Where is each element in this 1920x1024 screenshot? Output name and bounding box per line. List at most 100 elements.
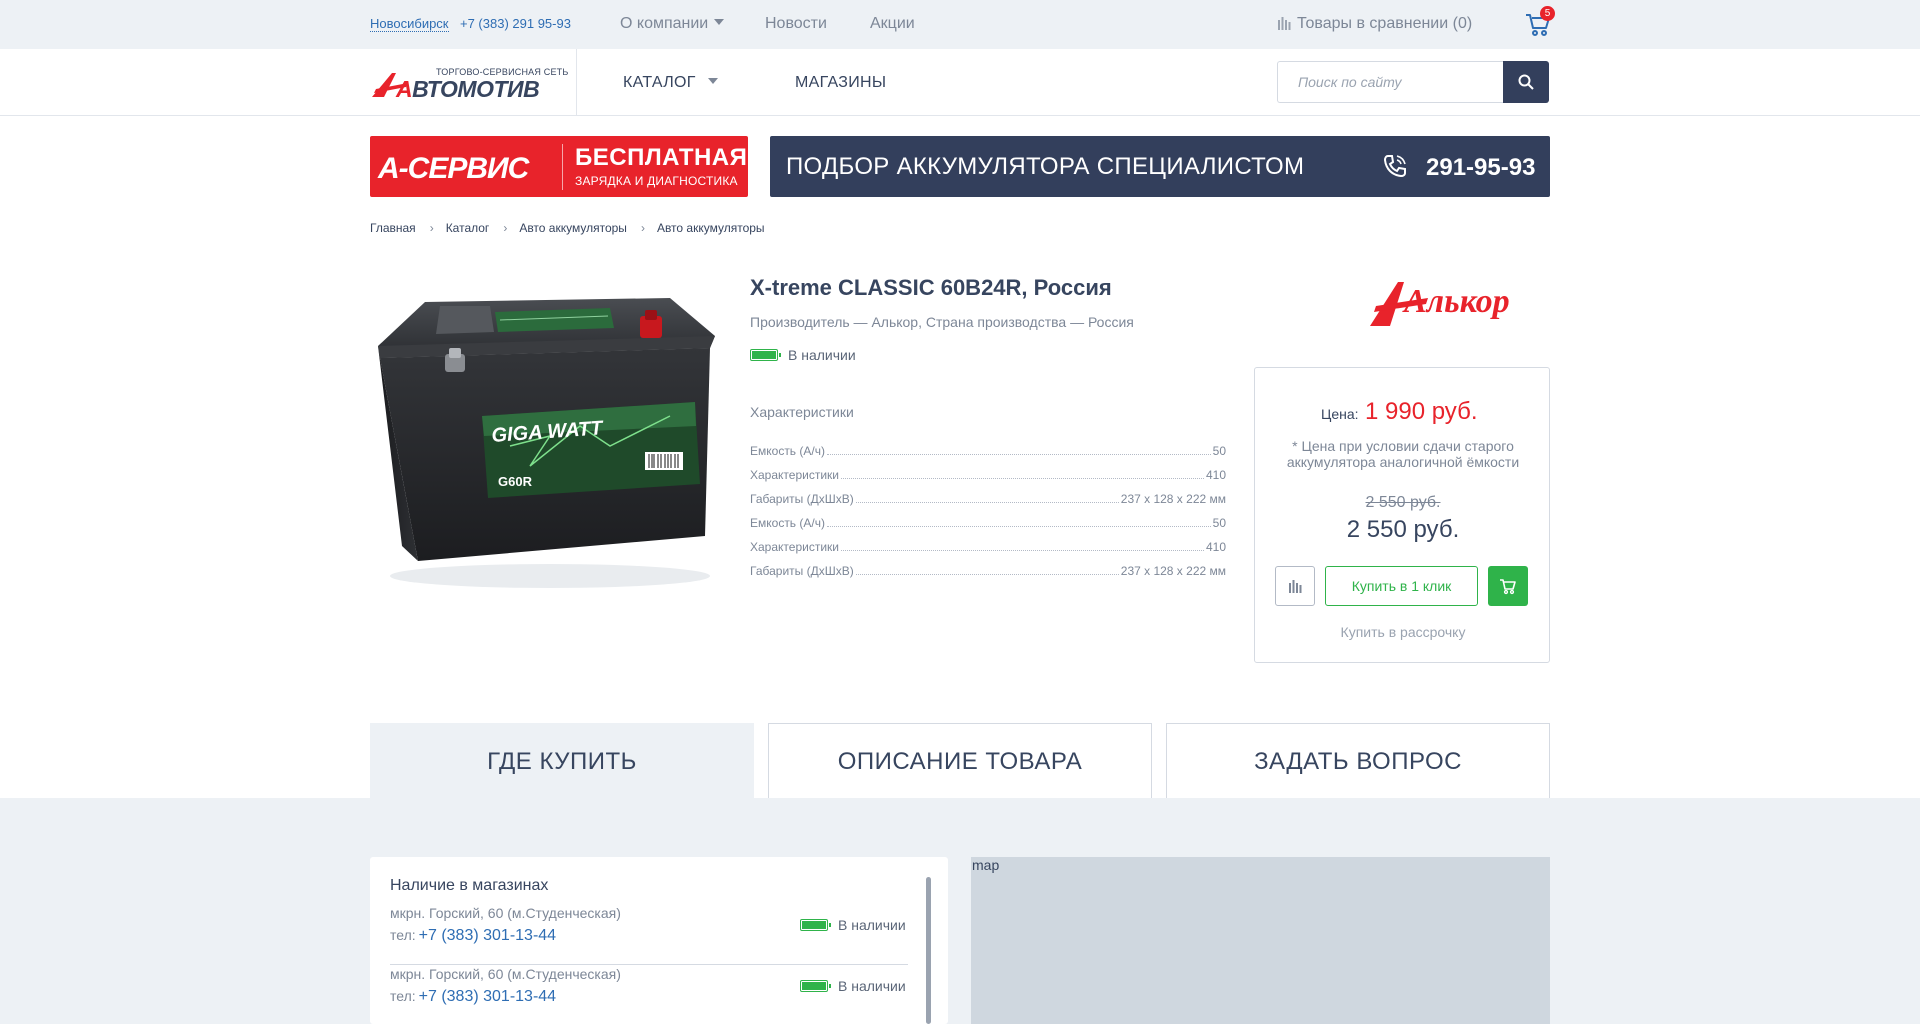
- map-label: map: [972, 857, 1000, 873]
- breadcrumb: Главная › Каталог › Авто аккумуляторы › Авто а…: [370, 221, 765, 235]
- image-label-model: G60R: [498, 474, 533, 489]
- breadcrumb-category[interactable]: Авто аккумуляторы: [519, 221, 627, 235]
- specs-title: Характеристики: [750, 404, 854, 420]
- header-phone-link[interactable]: +7 (383) 291 95-93: [460, 16, 571, 31]
- spec-leader: [855, 502, 1119, 503]
- search-input[interactable]: [1277, 61, 1503, 103]
- spec-row: Габариты (ДхШхВ) 237 x 128 x 222 мм: [750, 554, 1226, 578]
- store-phone-prefix: тел:: [390, 927, 416, 943]
- spec-row: Емкость (А/ч) 50: [750, 434, 1226, 458]
- stores-title: Наличие в магазинах: [390, 877, 549, 894]
- menu-catalog-label: КАТАЛОГ: [623, 74, 696, 91]
- tab-where-to-buy[interactable]: ГДЕ КУПИТЬ: [370, 723, 754, 799]
- compare-label: Товары в сравнении (0): [1297, 15, 1473, 32]
- spec-value: 50: [1212, 444, 1226, 458]
- add-to-cart-button[interactable]: [1488, 566, 1528, 606]
- price-main: 1 990 руб.: [1365, 398, 1478, 425]
- compare-icon: [1289, 580, 1302, 593]
- spec-value: 237 x 128 x 222 мм: [1120, 492, 1226, 506]
- spec-key: Емкость (А/ч): [750, 516, 825, 530]
- product-image[interactable]: GIGA WATT G60R: [370, 276, 720, 596]
- spec-row: Емкость (А/ч) 50: [750, 506, 1226, 530]
- breadcrumb-catalog[interactable]: Каталог: [446, 221, 490, 235]
- search-icon: [1518, 74, 1534, 90]
- battery-icon: [800, 980, 831, 992]
- brand-logo[interactable]: Алькор: [1368, 274, 1550, 330]
- store-address: мкрн. Горский, 60 (м.Студенческая): [390, 966, 621, 982]
- chevron-right-icon: ›: [429, 221, 434, 235]
- stores-scrollbar[interactable]: [926, 877, 931, 1024]
- spec-value: 410: [1205, 468, 1226, 482]
- service-banner-title: БЕСПЛАТНАЯ: [575, 144, 748, 171]
- spec-key: Габариты (ДхШхВ): [750, 564, 854, 578]
- spec-row: Характеристики 410: [750, 458, 1226, 482]
- battery-selection-banner[interactable]: ПОДБОР АККУМУЛЯТОРА СПЕЦИАЛИСТОМ 291-95-…: [770, 136, 1550, 197]
- store-phone: тел: +7 (383) 301-13-44: [390, 927, 556, 945]
- service-banner-subtitle: ЗАРЯДКА И ДИАГНОСТИКА: [575, 174, 738, 188]
- store-item: мкрн. Горский, 60 (м.Студенческая) тел: +…: [390, 966, 908, 1024]
- nav-promotions[interactable]: Акции: [870, 14, 915, 34]
- site-logo[interactable]: ТОРГОВО-СЕРВИСНАЯ СЕТЬ АВТОМОТИВ: [370, 67, 568, 103]
- brand-logo-text: Алькор: [1402, 283, 1510, 320]
- service-banner[interactable]: А-СЕРВИС БЕСПЛАТНАЯ ЗАРЯДКА И ДИАГНОСТИК…: [370, 136, 748, 197]
- banner-separator: [562, 144, 563, 190]
- store-phone-prefix: тел:: [390, 988, 416, 1004]
- price-box: Цена: 1 990 руб. * Цена при условии сдач…: [1254, 367, 1550, 663]
- cart-count-badge: 5: [1540, 6, 1555, 21]
- cart-icon: [1500, 579, 1516, 595]
- city-selector[interactable]: Новосибирск: [370, 16, 449, 32]
- nav-about[interactable]: О компании: [620, 14, 725, 34]
- add-to-compare-button[interactable]: [1275, 566, 1315, 606]
- spec-key: Характеристики: [750, 468, 839, 482]
- spec-key: Характеристики: [750, 540, 839, 554]
- price-label: Цена:: [1321, 406, 1359, 422]
- store-map[interactable]: map: [971, 857, 1550, 1024]
- spec-row: Характеристики 410: [750, 530, 1226, 554]
- service-logo: А-СЕРВИС: [378, 152, 529, 185]
- product-title: X-treme CLASSIC 60B24R, Россия: [750, 275, 1112, 300]
- spec-value: 410: [1205, 540, 1226, 554]
- breadcrumb-home[interactable]: Главная: [370, 221, 416, 235]
- price-old: 2 550 руб.: [1365, 494, 1441, 511]
- store-phone-link[interactable]: +7 (383) 301-13-44: [419, 927, 556, 944]
- price-note: * Цена при условии сдачи старого аккумул…: [1286, 438, 1520, 470]
- spec-value: 50: [1212, 516, 1226, 530]
- store-address: мкрн. Горский, 60 (м.Студенческая): [390, 905, 621, 921]
- phone-icon: [1383, 155, 1406, 178]
- spec-leader: [855, 574, 1119, 575]
- chevron-down-icon: [714, 19, 725, 25]
- chevron-down-icon: [707, 78, 718, 84]
- top-bar: Новосибирск +7 (383) 291 95-93 О компани…: [0, 0, 1920, 49]
- header-divider: [576, 49, 577, 116]
- store-stock: В наличии: [800, 978, 906, 994]
- spec-key: Емкость (А/ч): [750, 444, 825, 458]
- buy-installment-link[interactable]: Купить в рассрочку: [1255, 624, 1551, 640]
- nav-news[interactable]: Новости: [765, 14, 827, 34]
- store-item: мкрн. Горский, 60 (м.Студенческая) тел: +…: [390, 905, 908, 965]
- tab-ask-question[interactable]: ЗАДАТЬ ВОПРОС: [1166, 723, 1550, 799]
- nav-about-label: О компании: [620, 15, 709, 32]
- product-meta: Производитель — Алькор, Страна производс…: [750, 314, 1134, 330]
- specs-list: Емкость (А/ч) 50 Характеристики 410 Габари…: [750, 434, 1226, 578]
- battery-icon: [800, 919, 831, 931]
- compare-link[interactable]: Товары в сравнении (0): [1278, 14, 1472, 34]
- buy-one-click-button[interactable]: Купить в 1 клик: [1325, 566, 1478, 606]
- breadcrumb-current: Авто аккумуляторы: [656, 221, 765, 235]
- store-phone: тел: +7 (383) 301-13-44: [390, 988, 556, 1006]
- where-to-buy-section: [0, 798, 1920, 1024]
- logo-wordmark: АВТОМОТИВ: [396, 76, 540, 103]
- spec-leader: [826, 454, 1211, 455]
- menu-stores[interactable]: МАГАЗИНЫ: [795, 73, 886, 93]
- spec-key: Габариты (ДхШхВ): [750, 492, 854, 506]
- battery-icon: [750, 349, 781, 361]
- search-button[interactable]: [1503, 61, 1549, 103]
- tab-description[interactable]: ОПИСАНИЕ ТОВАРА: [768, 723, 1152, 799]
- spec-value: 237 x 128 x 222 мм: [1120, 564, 1226, 578]
- main-header: ТОРГОВО-СЕРВИСНАЯ СЕТЬ АВТОМОТИВ КАТАЛОГ…: [0, 49, 1920, 116]
- store-phone-link[interactable]: +7 (383) 301-13-44: [419, 988, 556, 1005]
- spec-leader: [840, 550, 1204, 551]
- battery-selection-phone: 291-95-93: [1426, 154, 1536, 181]
- menu-catalog[interactable]: КАТАЛОГ: [623, 73, 718, 93]
- store-stock-label: В наличии: [838, 917, 906, 933]
- chevron-right-icon: ›: [640, 221, 645, 235]
